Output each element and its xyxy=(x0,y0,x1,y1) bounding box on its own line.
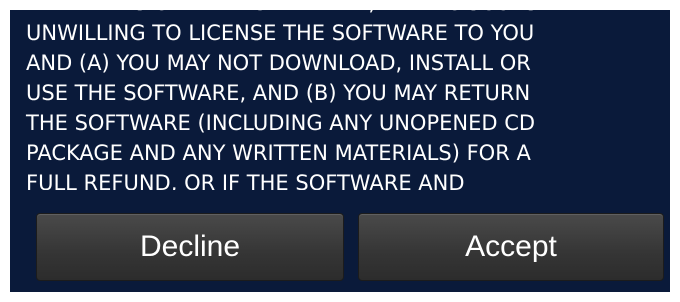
license-line: USE THE SOFTWARE, AND (B) YOU MAY RETURN xyxy=(26,81,531,105)
license-agreement-text: THE TERMS OF THE AGREEMENT, THEN CISCO I… xyxy=(26,10,666,190)
accept-button[interactable]: Accept xyxy=(358,213,664,281)
license-dialog: THE TERMS OF THE AGREEMENT, THEN CISCO I… xyxy=(10,10,670,292)
license-line: PACKAGE AND ANY WRITTEN MATERIALS) FOR A xyxy=(26,141,531,165)
license-line: THE TERMS OF THE AGREEMENT, THEN CISCO I… xyxy=(26,10,666,18)
license-line: FULL REFUND, OR IF THE SOFTWARE AND xyxy=(26,171,465,190)
dialog-button-bar: Decline Accept xyxy=(10,200,670,292)
license-line: UNWILLING TO LICENSE THE SOFTWARE TO YOU xyxy=(26,21,535,45)
license-line: AND (A) YOU MAY NOT DOWNLOAD, INSTALL OR xyxy=(26,51,531,75)
license-text-scroll-area[interactable]: THE TERMS OF THE AGREEMENT, THEN CISCO I… xyxy=(10,10,670,190)
decline-button[interactable]: Decline xyxy=(36,213,344,281)
license-line: THE SOFTWARE (INCLUDING ANY UNOPENED CD xyxy=(26,111,536,135)
